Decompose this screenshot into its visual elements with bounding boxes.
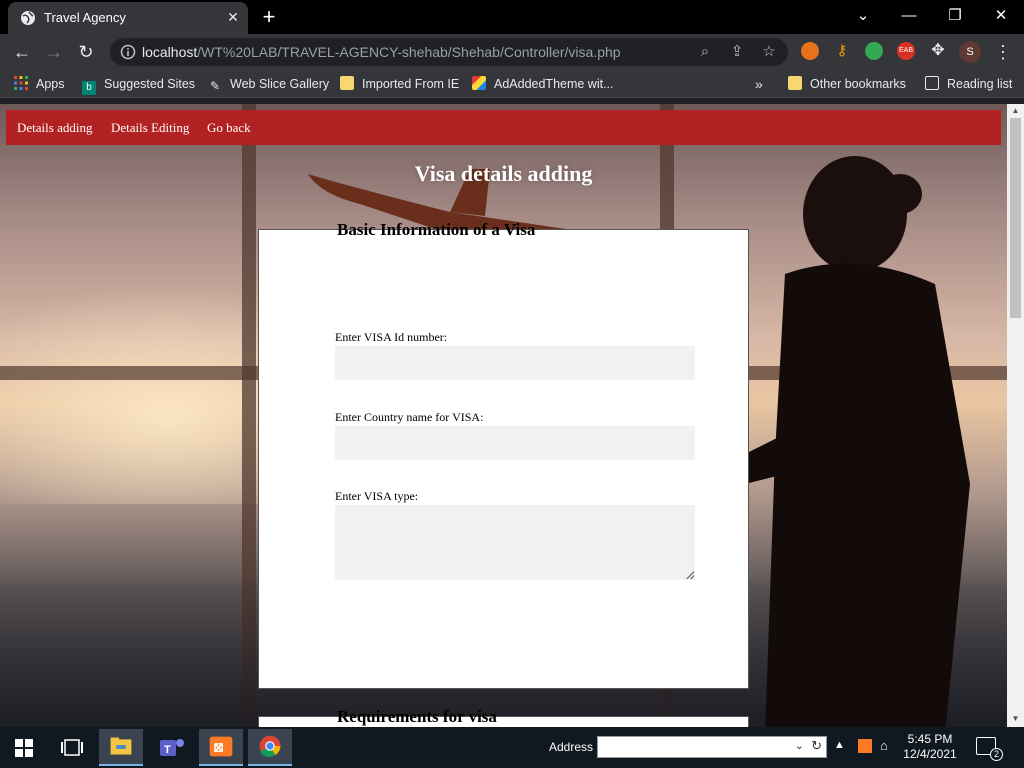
task-view-icon[interactable]	[50, 729, 94, 766]
scroll-up-icon[interactable]: ▲	[1011, 106, 1020, 115]
extension-avast-icon[interactable]	[801, 42, 819, 60]
clock-date: 12/4/2021	[903, 747, 957, 761]
tab-search-icon[interactable]: ⌄	[848, 4, 878, 28]
adblock-icon[interactable]: EAB	[897, 42, 915, 60]
basic-info-fieldset: Basic Information of a Visa Enter VISA I…	[258, 220, 749, 689]
bookmark-web-slice-gallery[interactable]: ✎ Web Slice Gallery	[208, 75, 329, 93]
clock-time: 5:45 PM	[907, 732, 953, 746]
country-name-label: Enter Country name for VISA:	[335, 410, 484, 424]
tray-xampp-icon[interactable]	[858, 739, 872, 753]
top-navigation: Details adding Details Editing Go back	[6, 110, 1001, 145]
minimize-button[interactable]: —	[894, 4, 924, 28]
browser-toolbar: ← → ↻ localhost/WT%20LAB/TRAVEL-AGENCY-s…	[0, 34, 1024, 70]
notification-center-icon[interactable]: 2	[976, 737, 1003, 761]
file-explorer-icon[interactable]	[99, 729, 143, 766]
folder-icon	[340, 76, 354, 90]
bookmarks-bar: Apps b Suggested Sites ✎ Web Slice Gallery…	[0, 70, 1024, 98]
basic-info-legend: Basic Information of a Visa	[337, 220, 536, 239]
page-scrollbar[interactable]: ▲ ▼	[1007, 104, 1024, 727]
go-refresh-icon[interactable]: ↻	[811, 738, 822, 754]
restore-button[interactable]: ❐	[940, 4, 970, 28]
page-title: Visa details adding	[414, 161, 593, 186]
bookmark-suggested-sites[interactable]: b Suggested Sites	[82, 75, 195, 95]
reading-list[interactable]: Reading list	[925, 75, 1012, 93]
close-tab-icon[interactable]: ✕	[224, 8, 242, 26]
requirements-fieldset: Requirements for visa	[258, 707, 749, 727]
globe-icon	[21, 11, 35, 25]
visa-id-label: Enter VISA Id number:	[335, 330, 448, 344]
share-icon[interactable]: ⇪	[728, 43, 746, 61]
bing-icon: b	[82, 81, 96, 95]
web-slice-icon: ✎	[209, 79, 221, 93]
chrome-icon[interactable]	[248, 729, 292, 766]
folder-icon	[788, 76, 802, 90]
windows-start-icon[interactable]	[2, 729, 46, 766]
bookmark-adaddedtheme[interactable]: AdAddedTheme wit...	[472, 75, 614, 93]
requirements-legend: Requirements for visa	[337, 707, 497, 726]
show-hidden-icons-chevron[interactable]: ▲	[834, 739, 845, 751]
info-icon[interactable]	[120, 44, 136, 60]
visa-type-textarea[interactable]	[335, 505, 695, 580]
address-toolbar-input[interactable]: ⌄ ↻	[597, 736, 827, 758]
extensions-puzzle-icon[interactable]: ✥	[929, 42, 947, 60]
nav-details-adding[interactable]: Details adding	[17, 120, 92, 136]
bookmark-star-icon[interactable]: ☆	[760, 43, 778, 61]
theme-icon	[472, 76, 486, 90]
page-viewport: Details adding Details Editing Go back V…	[0, 104, 1007, 727]
bookmark-apps[interactable]: Apps	[14, 75, 65, 93]
nav-go-back[interactable]: Go back	[207, 120, 251, 136]
svg-text:⊠: ⊠	[213, 741, 223, 755]
xampp-icon[interactable]: ⊠	[199, 729, 243, 766]
profile-avatar[interactable]: S	[959, 41, 981, 63]
windows-taskbar: T ⊠ Address ⌄ ↻ ▲ ⌂ 5:45 PM 12/4/2021 2	[0, 727, 1024, 768]
address-bar[interactable]: localhost/WT%20LAB/TRAVEL-AGENCY-shehab/…	[110, 38, 788, 66]
chevron-down-icon[interactable]: ⌄	[795, 739, 804, 752]
url-text[interactable]: localhost/WT%20LAB/TRAVEL-AGENCY-shehab/…	[142, 44, 621, 60]
bookmark-other-bookmarks[interactable]: Other bookmarks	[788, 75, 906, 93]
tab-strip: Travel Agency ✕ + ⌄ — ❐ ✕	[0, 0, 1024, 34]
notification-count-badge: 2	[990, 748, 1003, 761]
scroll-down-icon[interactable]: ▼	[1011, 714, 1020, 723]
back-button[interactable]: ←	[11, 41, 33, 63]
visa-id-input[interactable]	[335, 346, 695, 380]
bookmark-imported-from-ie[interactable]: Imported From IE	[340, 75, 459, 93]
teams-icon[interactable]: T	[150, 729, 194, 766]
browser-tab[interactable]: Travel Agency ✕	[8, 2, 248, 34]
new-tab-button[interactable]: +	[258, 6, 280, 28]
scroll-thumb[interactable]	[1010, 118, 1021, 318]
nav-details-editing[interactable]: Details Editing	[111, 120, 189, 136]
forward-button[interactable]: →	[43, 41, 65, 63]
network-icon[interactable]: ⌂	[880, 738, 888, 753]
key-extension-icon[interactable]: ⚷	[833, 42, 851, 60]
menu-kebab-icon[interactable]: ⋮	[994, 41, 1012, 63]
resize-grip-icon[interactable]	[686, 571, 694, 579]
visa-type-label: Enter VISA type:	[335, 489, 419, 503]
close-window-button[interactable]: ✕	[986, 4, 1016, 28]
reading-list-icon	[925, 76, 939, 90]
apps-grid-icon	[14, 76, 28, 90]
bookmarks-overflow-chevron[interactable]: »	[755, 75, 763, 93]
country-name-input[interactable]	[335, 426, 695, 460]
reload-button[interactable]: ↻	[75, 41, 97, 63]
traveler-silhouette	[745, 156, 970, 727]
system-clock[interactable]: 5:45 PM 12/4/2021	[900, 732, 960, 762]
svg-text:T: T	[164, 744, 171, 756]
extension-green-icon[interactable]	[865, 42, 883, 60]
tab-title: Travel Agency	[44, 10, 126, 25]
zoom-icon[interactable]: ⌕	[696, 43, 714, 61]
address-toolbar-label: Address	[549, 740, 594, 754]
